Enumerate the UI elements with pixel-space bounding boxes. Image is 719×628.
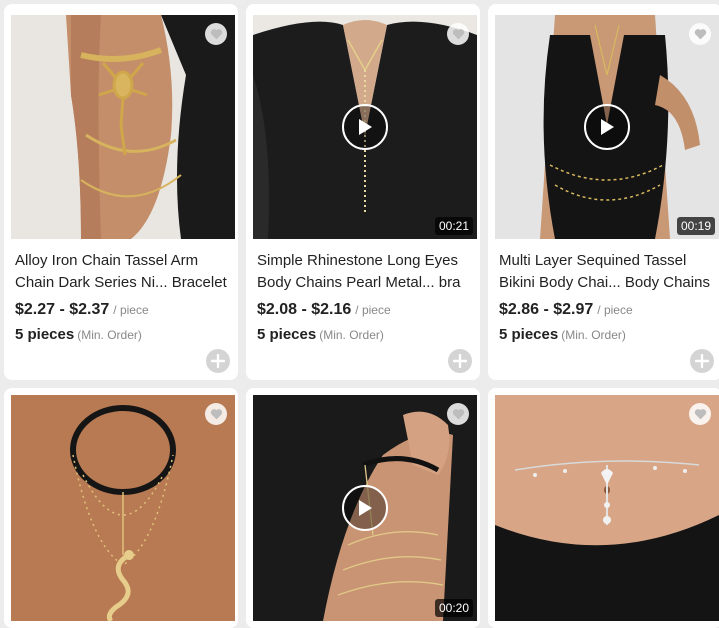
price-unit: / piece xyxy=(113,303,149,317)
min-order-row: 5 pieces (Min. Order) xyxy=(15,326,142,344)
product-title[interactable]: Simple Rhinestone Long Eyes Body Chains … xyxy=(257,250,477,294)
heart-icon xyxy=(210,29,222,40)
favorite-button[interactable] xyxy=(205,23,227,45)
product-price: $2.08 - $2.16 xyxy=(257,301,352,318)
play-video-button[interactable] xyxy=(584,104,630,150)
product-image[interactable] xyxy=(495,395,719,621)
product-card[interactable]: 00:20 xyxy=(246,388,480,628)
add-to-list-button[interactable] xyxy=(206,349,230,373)
video-duration: 00:19 xyxy=(676,217,715,235)
play-icon xyxy=(601,119,614,135)
product-card[interactable] xyxy=(488,388,719,628)
product-title[interactable]: Alloy Iron Chain Tassel Arm Chain Dark S… xyxy=(15,250,235,294)
product-card[interactable]: Alloy Iron Chain Tassel Arm Chain Dark S… xyxy=(4,4,238,380)
favorite-button[interactable] xyxy=(205,403,227,425)
play-icon xyxy=(359,500,372,516)
add-to-list-button[interactable] xyxy=(690,349,714,373)
product-image[interactable] xyxy=(11,395,235,621)
min-order-label: (Min. Order) xyxy=(561,328,626,342)
plus-icon xyxy=(211,354,225,368)
plus-icon xyxy=(695,354,709,368)
min-order-label: (Min. Order) xyxy=(77,328,142,342)
waist-chain-photo xyxy=(495,395,719,621)
min-order-label: (Min. Order) xyxy=(319,328,384,342)
video-duration: 00:21 xyxy=(434,217,473,235)
add-to-list-button[interactable] xyxy=(448,349,472,373)
product-price: $2.86 - $2.97 xyxy=(499,301,594,318)
favorite-button[interactable] xyxy=(689,403,711,425)
product-image[interactable]: 00:19 xyxy=(495,15,719,239)
heart-icon xyxy=(694,409,706,420)
product-price: $2.27 - $2.37 xyxy=(15,301,110,318)
min-order-row: 5 pieces (Min. Order) xyxy=(499,326,626,344)
favorite-button[interactable] xyxy=(447,23,469,45)
heart-icon xyxy=(694,29,706,40)
plus-icon xyxy=(453,354,467,368)
price-unit: / piece xyxy=(597,303,633,317)
product-card[interactable]: 00:21 Simple Rhinestone Long Eyes Body C… xyxy=(246,4,480,380)
heart-icon xyxy=(210,409,222,420)
product-image[interactable] xyxy=(11,15,235,239)
product-card[interactable]: 00:19 Multi Layer Sequined Tassel Bikini… xyxy=(488,4,719,380)
product-card[interactable] xyxy=(4,388,238,628)
product-title[interactable]: Multi Layer Sequined Tassel Bikini Body … xyxy=(499,250,719,294)
min-order-qty: 5 pieces xyxy=(499,326,559,343)
play-icon xyxy=(359,119,372,135)
heart-icon xyxy=(452,29,464,40)
snake-choker-photo xyxy=(11,395,235,621)
arm-bracelet-photo xyxy=(11,15,235,239)
play-video-button[interactable] xyxy=(342,104,388,150)
product-image[interactable]: 00:20 xyxy=(253,395,477,621)
min-order-row: 5 pieces (Min. Order) xyxy=(257,326,384,344)
play-video-button[interactable] xyxy=(342,485,388,531)
min-order-qty: 5 pieces xyxy=(257,326,317,343)
price-row: $2.27 - $2.37/ piece xyxy=(15,301,149,319)
price-row: $2.08 - $2.16/ piece xyxy=(257,301,391,319)
min-order-qty: 5 pieces xyxy=(15,326,75,343)
price-row: $2.86 - $2.97/ piece xyxy=(499,301,633,319)
heart-icon xyxy=(452,409,464,420)
favorite-button[interactable] xyxy=(689,23,711,45)
video-duration: 00:20 xyxy=(434,599,473,617)
product-image[interactable]: 00:21 xyxy=(253,15,477,239)
price-unit: / piece xyxy=(355,303,391,317)
favorite-button[interactable] xyxy=(447,403,469,425)
